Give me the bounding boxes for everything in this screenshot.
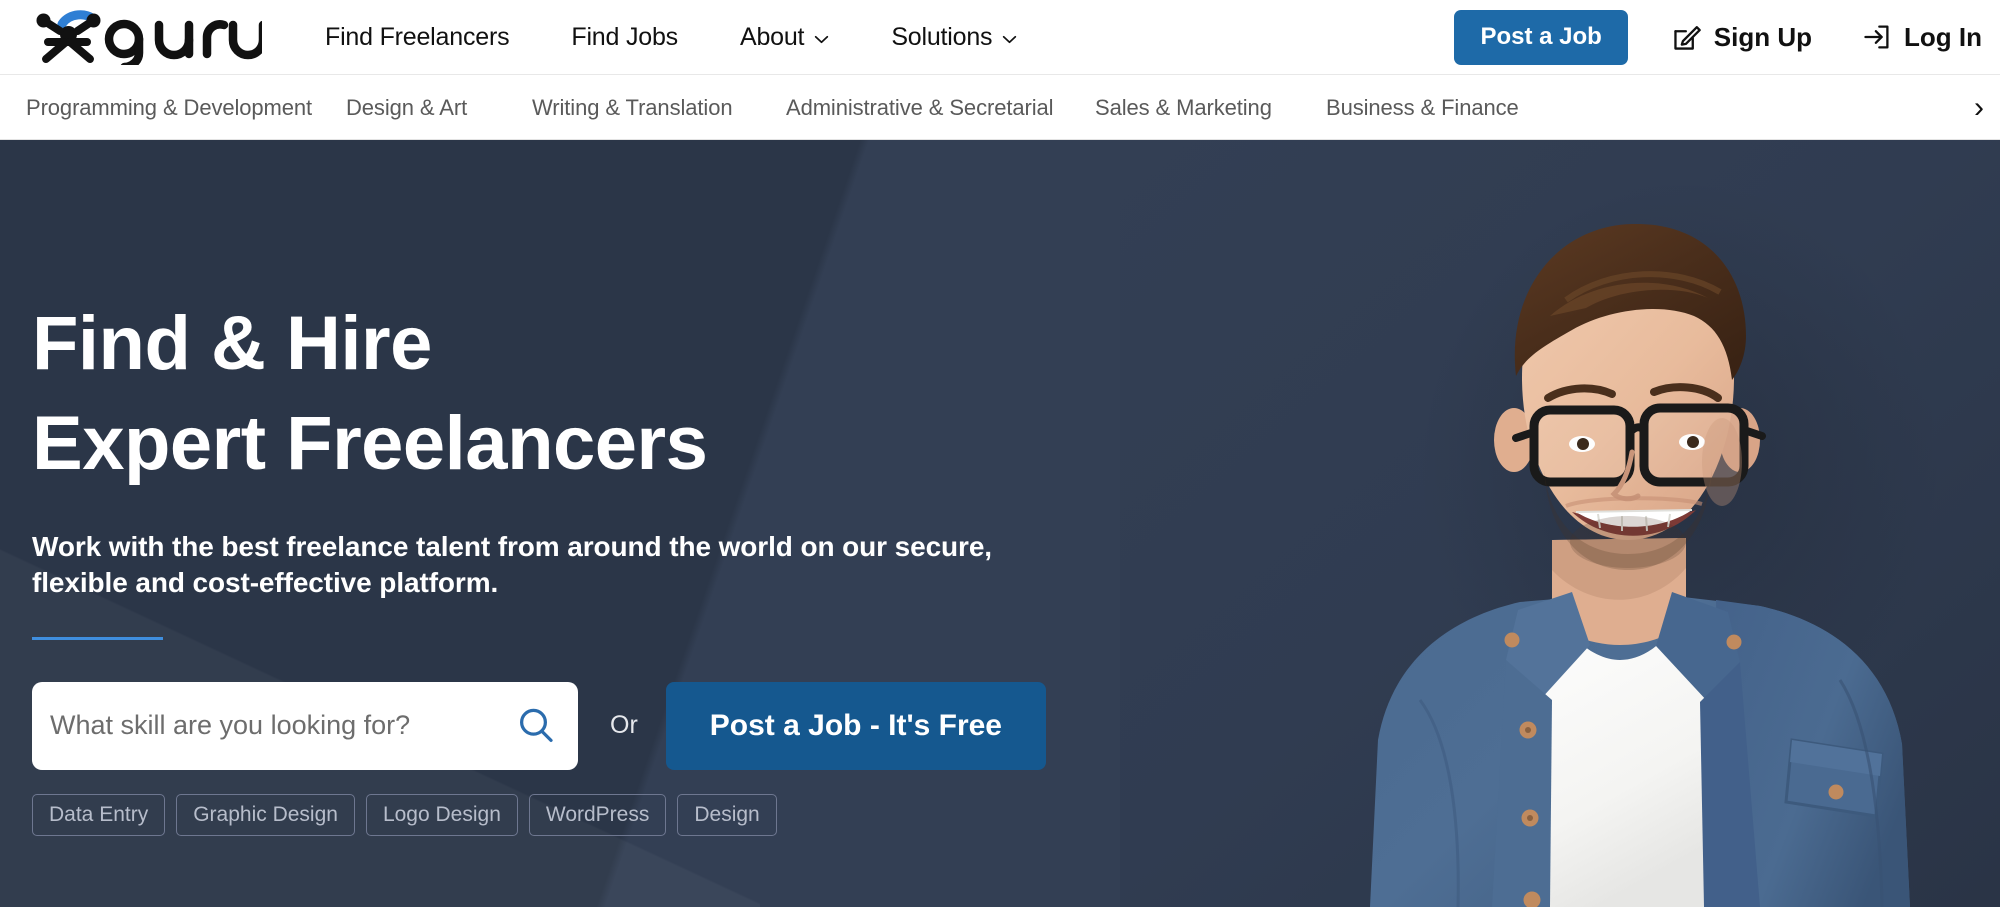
log-in-link[interactable]: Log In	[1862, 22, 1982, 53]
post-a-job-button[interactable]: Post a Job	[1454, 9, 1628, 65]
hero-heading-line-1: Find & Hire	[32, 301, 432, 386]
chevron-down-icon	[815, 35, 829, 43]
category-scroll-fade: ›	[1870, 76, 2000, 139]
nav-link-label: About	[739, 22, 805, 51]
category-business-finance[interactable]: Business & Finance	[1326, 95, 1519, 121]
login-arrow-icon	[1864, 25, 1889, 49]
category-sales-marketing[interactable]: Sales & Marketing	[1095, 95, 1272, 121]
primary-nav-links: Find Freelancers Find Jobs About Solutio…	[294, 23, 1048, 52]
nav-link-find-freelancers[interactable]: Find Freelancers	[294, 23, 540, 52]
category-design-art[interactable]: Design & Art	[346, 95, 467, 121]
nav-link-label: Find Freelancers	[325, 22, 510, 51]
hero-subheading: Work with the best freelance talent from…	[32, 531, 992, 598]
sign-up-link[interactable]: Sign Up	[1672, 22, 1812, 53]
post-a-job-free-button[interactable]: Post a Job - It's Free	[665, 681, 1046, 770]
nav-link-about[interactable]: About	[709, 23, 860, 52]
hero-photo-freelancer	[1120, 140, 2000, 907]
chevron-down-icon	[1003, 35, 1017, 43]
guru-logo-icon	[36, 10, 262, 65]
top-navigation-bar: Find Freelancers Find Jobs About Solutio…	[0, 0, 2000, 75]
skill-tag-graphic-design[interactable]: Graphic Design	[176, 793, 355, 836]
pencil-square-icon	[1674, 26, 1701, 50]
or-separator-label: Or	[610, 711, 638, 740]
popular-skill-tags: Data Entry Graphic Design Logo Design Wo…	[32, 793, 1132, 836]
skill-tag-logo-design[interactable]: Logo Design	[365, 793, 518, 836]
category-administrative-secretarial[interactable]: Administrative & Secretarial	[786, 95, 1054, 121]
skill-tag-data-entry[interactable]: Data Entry	[32, 793, 166, 836]
skill-tag-wordpress[interactable]: WordPress	[528, 793, 667, 836]
hero-divider-rule	[32, 636, 163, 640]
sign-up-label: Sign Up	[1713, 21, 1813, 52]
search-icon[interactable]	[516, 706, 556, 746]
hero-content: Find & Hire Expert Freelancers Work with…	[32, 140, 1132, 836]
category-writing-translation[interactable]: Writing & Translation	[532, 95, 733, 121]
nav-link-label: Find Jobs	[571, 22, 678, 51]
nav-link-find-jobs[interactable]: Find Jobs	[540, 23, 709, 52]
nav-link-solutions[interactable]: Solutions	[860, 23, 1048, 52]
skill-search-box[interactable]	[32, 681, 578, 770]
hero-section: Find & Hire Expert Freelancers Work with…	[0, 140, 2000, 907]
search-input[interactable]	[50, 710, 516, 742]
nav-link-label: Solutions	[891, 22, 993, 51]
page-root: Find Freelancers Find Jobs About Solutio…	[0, 0, 2000, 907]
skill-tag-design[interactable]: Design	[677, 793, 777, 836]
hero-search-row: Or Post a Job - It's Free	[32, 681, 1132, 770]
log-in-label: Log In	[1904, 21, 1982, 52]
category-programming-development[interactable]: Programming & Development	[26, 95, 312, 121]
hero-heading: Find & Hire Expert Freelancers	[32, 305, 1132, 482]
guru-logo[interactable]	[30, 9, 262, 65]
nav-actions: Post a Job Sign Up Log In	[1454, 9, 2000, 65]
hero-heading-line-2: Expert Freelancers	[32, 400, 708, 486]
chevron-right-icon[interactable]: ›	[1974, 92, 1984, 123]
category-navigation-bar[interactable]: Programming & Development Design & Art W…	[0, 76, 2000, 140]
